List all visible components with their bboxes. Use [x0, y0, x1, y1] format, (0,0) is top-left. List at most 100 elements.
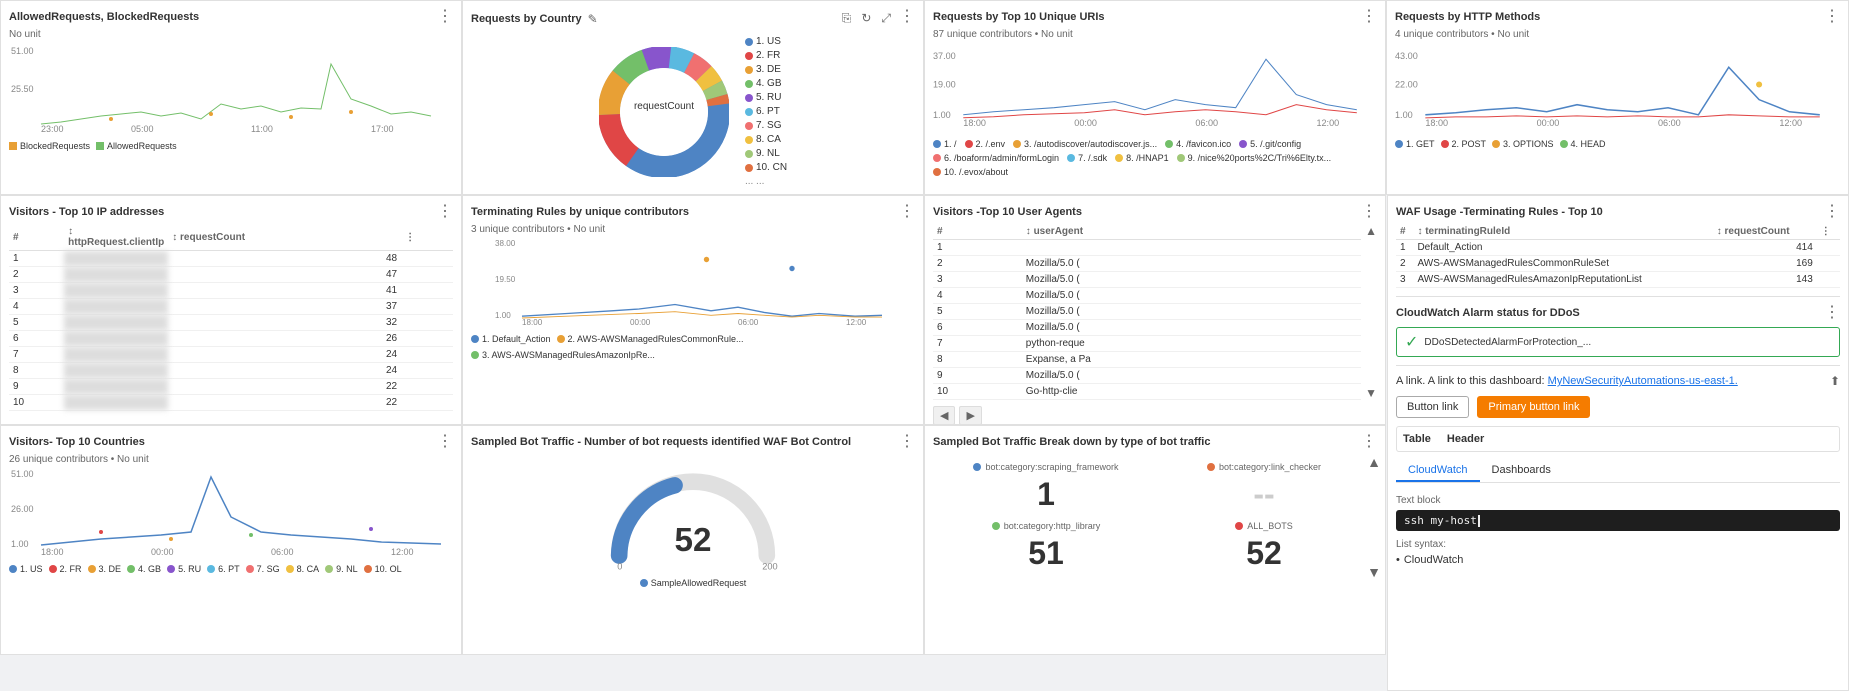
col-agent: ↕ userAgent — [1022, 224, 1361, 240]
legend-de: 3. DE — [745, 64, 787, 75]
table-row: 1 — [933, 240, 1361, 256]
panel-7-title: Visitors -Top 10 User Agents — [933, 206, 1082, 218]
legend-blocked-label: BlockedRequests — [20, 141, 90, 151]
table-row: 5Mozilla/5.0 ( — [933, 304, 1361, 320]
panel-bot-breakdown: Sampled Bot Traffic Break down by type o… — [924, 425, 1386, 655]
svg-text:06:00: 06:00 — [738, 318, 759, 327]
copy-icon[interactable]: ⎘ — [840, 9, 854, 28]
panel-11-title: Sampled Bot Traffic Break down by type o… — [933, 436, 1210, 448]
svg-text:00:00: 00:00 — [1537, 118, 1560, 128]
panel-6-title: Terminating Rules by unique contributors — [471, 206, 689, 218]
metric-value-4: 52 — [1159, 535, 1369, 572]
primary-button-link-btn[interactable]: Primary button link — [1477, 396, 1590, 418]
metric-value-3: 51 — [941, 535, 1151, 572]
table-row: 4Mozilla/5.0 ( — [933, 288, 1361, 304]
cursor — [1478, 515, 1480, 527]
svg-text:18:00: 18:00 — [1425, 118, 1448, 128]
panel-3-title: Requests by Top 10 Unique URIs — [933, 11, 1105, 23]
legend-allowed-color — [96, 142, 104, 150]
waf-col-menu[interactable]: ⋮ — [1817, 224, 1840, 240]
svg-text:00:00: 00:00 — [151, 547, 174, 557]
panel-bot-gauge: Sampled Bot Traffic - Number of bot requ… — [462, 425, 924, 655]
scroll-down-arrow[interactable]: ▼ — [1365, 386, 1377, 400]
button-link-btn[interactable]: Button link — [1396, 396, 1469, 418]
nav-left[interactable]: ◀ — [933, 406, 955, 425]
panel-3-menu[interactable]: ⋮ — [1361, 9, 1377, 25]
bot-metric-link: bot:category:link_checker -- — [1159, 462, 1369, 513]
waf-panel-title: WAF Usage -Terminating Rules - Top 10 — [1396, 206, 1603, 218]
tab-cloudwatch[interactable]: CloudWatch — [1396, 460, 1480, 482]
p6-subtitle2: No unit — [573, 224, 605, 235]
panel-1-menu[interactable]: ⋮ — [437, 9, 453, 25]
scroll-up-arrow[interactable]: ▲ — [1365, 224, 1377, 238]
table-row: 1Default_Action414 — [1396, 240, 1840, 256]
panel-7-menu[interactable]: ⋮ — [1361, 204, 1377, 220]
panel-10-title: Sampled Bot Traffic - Number of bot requ… — [471, 436, 851, 448]
panel-top-countries: Visitors- Top 10 Countries ⋮ 26 unique c… — [0, 425, 462, 655]
y-label-mid: 25.50 — [11, 84, 34, 94]
donut-legend: 1. US 2. FR 3. DE 4. GB 5. RU 6. PT 7. S… — [745, 36, 787, 187]
panel-11-menu[interactable]: ⋮ — [1361, 434, 1377, 450]
waf-col-num: # — [1396, 224, 1413, 240]
table-row: 9 22 — [9, 379, 453, 395]
collapse-right-icon[interactable]: ⬆ — [1830, 374, 1840, 388]
table-row: 5 32 — [9, 315, 453, 331]
legend-fr: 2. FR — [745, 50, 787, 61]
donut-chart: requestCount — [599, 47, 729, 177]
breakdown-scroll-up[interactable]: ▲ — [1367, 454, 1381, 470]
cloudwatch-alarm-menu[interactable]: ⋮ — [1824, 305, 1840, 321]
panel-10-legend: SampleAllowedRequest — [471, 578, 915, 588]
dashboard-link[interactable]: MyNewSecurityAutomations-us-east-1. — [1548, 375, 1738, 387]
panel-11-header: Sampled Bot Traffic Break down by type o… — [933, 434, 1377, 450]
panel-6-menu[interactable]: ⋮ — [899, 204, 915, 220]
panel-9-chart: 51.00 26.00 1.00 18:00 00:00 06:00 12:00 — [9, 467, 453, 557]
list-item-cloudwatch: • CloudWatch — [1396, 554, 1840, 566]
donut-container: requestCount 1. US 2. FR 3. DE 4. GB 5. … — [471, 32, 915, 191]
metric-label-3: bot:category:http_library — [1004, 521, 1101, 531]
x-label-2: 05:00 — [131, 124, 154, 134]
panel-9-title: Visitors- Top 10 Countries — [9, 436, 145, 448]
panel-4-menu[interactable]: ⋮ — [1824, 9, 1840, 25]
svg-text:06:00: 06:00 — [271, 547, 294, 557]
user-agent-table: # ↕ userAgent 1 2Mozilla/5.0 ( 3Mozilla/… — [933, 224, 1361, 400]
panel-3-header: Requests by Top 10 Unique URIs ⋮ — [933, 9, 1377, 25]
gauge-container: 52 0 200 — [471, 454, 915, 574]
header-label: Header — [1447, 433, 1484, 445]
svg-text:26.00: 26.00 — [11, 504, 34, 514]
text-block-input[interactable]: ssh my-host — [1396, 510, 1840, 531]
waf-panel-menu[interactable]: ⋮ — [1824, 204, 1840, 220]
text-block-section: Text block ssh my-host — [1396, 495, 1840, 531]
tab-dashboards[interactable]: Dashboards — [1480, 460, 1563, 482]
table-row: 2Mozilla/5.0 ( — [933, 256, 1361, 272]
legend-gb: 4. GB — [745, 78, 787, 89]
svg-text:12:00: 12:00 — [1316, 118, 1339, 128]
svg-text:1.00: 1.00 — [11, 539, 29, 549]
breakdown-scroll-down[interactable]: ▼ — [1367, 564, 1381, 580]
svg-text:0: 0 — [617, 561, 622, 571]
svg-text:18:00: 18:00 — [41, 547, 64, 557]
panel-2-menu[interactable]: ⋮ — [899, 9, 915, 28]
panel-9-menu[interactable]: ⋮ — [437, 434, 453, 450]
edit-icon[interactable]: ✎ — [588, 12, 598, 26]
col-menu-header[interactable]: ⋮ — [401, 224, 453, 251]
refresh-icon[interactable]: ↻ — [859, 9, 873, 28]
table-header-section: Table Header — [1396, 426, 1840, 452]
panel-9-legend: 1. US 2. FR 3. DE 4. GB 5. RU 6. PT 7. S… — [9, 564, 453, 574]
svg-text:00:00: 00:00 — [630, 318, 651, 327]
waf-col-count: ↕ requestCount — [1713, 224, 1817, 240]
legend-ru: 5. RU — [745, 92, 787, 103]
panel-5-title: Visitors - Top 10 IP addresses — [9, 206, 164, 218]
panel-10-header: Sampled Bot Traffic - Number of bot requ… — [471, 434, 915, 450]
nav-right[interactable]: ▶ — [959, 406, 981, 425]
metric-label-4: ALL_BOTS — [1247, 521, 1293, 531]
cloudwatch-alarm-name: DDoSDetectedAlarmForProtection_... — [1424, 337, 1591, 348]
panel-terminating-rules: Terminating Rules by unique contributors… — [462, 195, 924, 425]
expand-icon[interactable]: ⤢ — [879, 9, 893, 28]
panel-5-menu[interactable]: ⋮ — [437, 204, 453, 220]
panel-3-subtitle: 87 unique contributors • No unit — [933, 29, 1377, 40]
table-row: 3 41 — [9, 283, 453, 299]
panel-10-menu[interactable]: ⋮ — [899, 434, 915, 450]
table-row: 4 37 — [9, 299, 453, 315]
svg-text:19.00: 19.00 — [933, 80, 956, 90]
legend-cn: 10. CN — [745, 162, 787, 173]
